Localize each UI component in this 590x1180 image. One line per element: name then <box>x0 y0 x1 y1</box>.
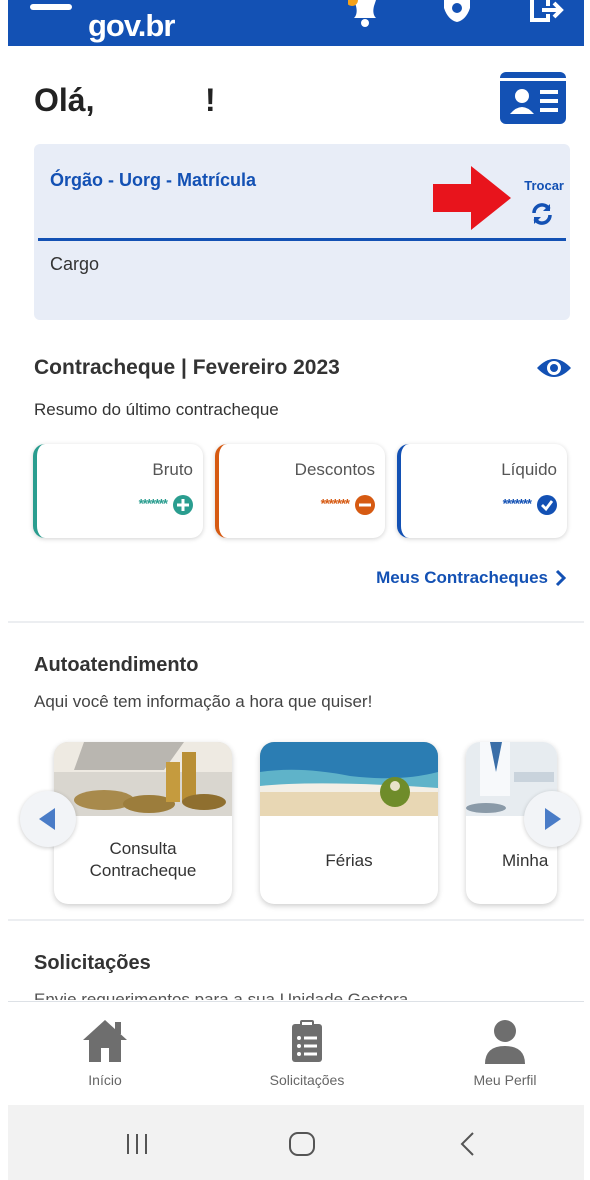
gear-icon[interactable] <box>440 0 474 30</box>
liquido-card[interactable]: Líquido ******* <box>397 444 567 538</box>
red-arrow-annotation <box>433 166 511 230</box>
greeting-exclamation: ! <box>205 82 216 118</box>
arrow-right-icon <box>545 808 561 830</box>
autoatendimento-subtitle: Aqui você tem informação a hora que quis… <box>34 692 373 711</box>
bruto-label: Bruto <box>152 460 193 479</box>
descontos-card[interactable]: Descontos ******* <box>215 444 385 538</box>
section-divider-2 <box>8 919 584 921</box>
nav-inicio-label: Início <box>88 1072 122 1088</box>
nav-solicitacoes[interactable]: Solicitações <box>232 1002 382 1106</box>
contracheque-subtitle: Resumo do último contracheque <box>34 400 279 419</box>
recent-apps-icon[interactable] <box>124 1133 150 1155</box>
minus-circle-icon <box>355 495 375 515</box>
id-card-icon[interactable] <box>500 72 566 124</box>
plus-circle-icon <box>173 495 193 515</box>
menu-icon[interactable] <box>30 4 72 10</box>
tile-consulta-label: Consulta Contracheque <box>54 838 232 882</box>
home-icon <box>83 1020 127 1062</box>
bruto-card[interactable]: Bruto ******* <box>33 444 203 538</box>
carousel-next-button[interactable] <box>524 791 580 847</box>
home-circle-icon[interactable] <box>288 1131 316 1157</box>
solicitacoes-title: Solicitações <box>34 952 151 974</box>
nav-inicio[interactable]: Início <box>30 1002 180 1106</box>
orgao-label: Órgão - Uorg - Matrícula <box>50 170 257 190</box>
back-icon[interactable] <box>458 1131 478 1157</box>
eye-icon[interactable] <box>536 356 572 380</box>
chevron-right-icon[interactable] <box>554 569 568 587</box>
section-divider <box>8 621 584 623</box>
autoatendimento-title: Autoatendimento <box>34 654 199 676</box>
tile-consulta-contracheque[interactable]: Consulta Contracheque <box>54 742 232 904</box>
clipboard-list-icon <box>292 1020 322 1062</box>
cargo-label: Cargo <box>50 254 100 274</box>
tile-ferias-label: Férias <box>325 851 373 870</box>
system-navigation-bar <box>8 1105 584 1180</box>
refresh-icon[interactable] <box>530 202 554 226</box>
greeting-hello: Olá, <box>34 82 95 118</box>
solicitacoes-subtitle: Envie requerimentos para a sua Unidade G… <box>34 990 409 1000</box>
nav-meu-perfil[interactable]: Meu Perfil <box>430 1002 580 1106</box>
descontos-label: Descontos <box>294 460 375 479</box>
tile-consulta-line2: Contracheque <box>89 861 197 880</box>
tile-consulta-line1: Consulta <box>109 839 177 858</box>
bottom-navigation: Início Solicitações Meu Perfil <box>8 1001 584 1105</box>
liquido-label: Líquido <box>501 460 557 479</box>
vinculo-divider <box>38 238 566 241</box>
bruto-value: ******* <box>138 496 168 511</box>
check-circle-icon <box>537 495 557 515</box>
coins-photo <box>54 742 232 816</box>
user-icon <box>485 1020 525 1064</box>
arrow-left-icon <box>39 808 55 830</box>
contracheque-title: Contracheque | Fevereiro 2023 <box>34 356 340 379</box>
beach-photo <box>260 742 438 816</box>
exit-icon[interactable] <box>530 0 564 30</box>
nav-solicitacoes-label: Solicitações <box>269 1072 345 1088</box>
descontos-value: ******* <box>320 496 350 511</box>
nav-meu-perfil-label: Meu Perfil <box>473 1072 537 1088</box>
app-header: gov.br <box>8 0 584 46</box>
tile-minha-label: Minha <box>502 851 549 870</box>
meus-contracheques-link[interactable]: Meus Contracheques <box>376 568 548 588</box>
bell-icon[interactable] <box>348 0 382 30</box>
govbr-logo: gov.br <box>88 8 175 43</box>
tile-ferias[interactable]: Férias <box>260 742 438 904</box>
trocar-button[interactable]: Trocar <box>524 178 564 193</box>
liquido-value: ******* <box>502 496 532 511</box>
carousel-prev-button[interactable] <box>20 791 76 847</box>
